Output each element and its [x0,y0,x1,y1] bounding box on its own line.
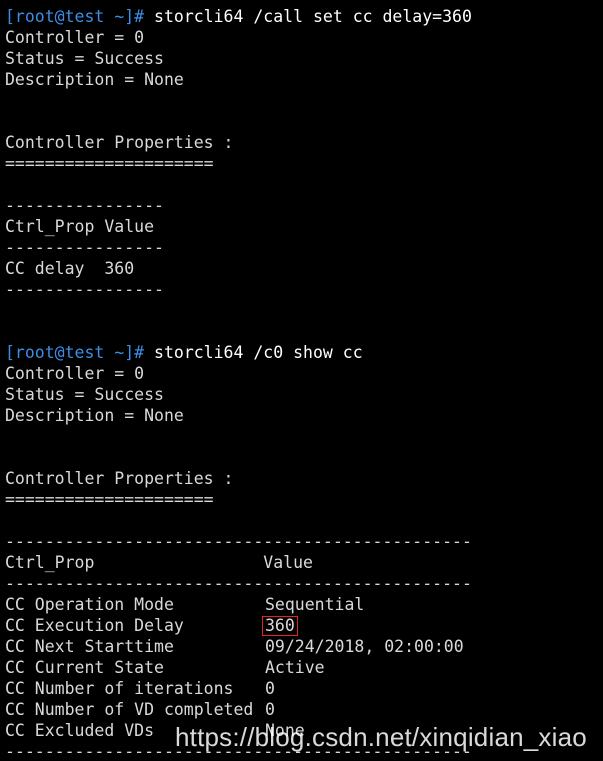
table-row: CC Current State Active [5,657,601,678]
command-line: [root@test ~]# storcli64 /call set cc de… [5,6,601,27]
highlighted-value: 360 [262,616,298,636]
properties-rule: ===================== [5,490,214,509]
properties-rule: ===================== [5,154,214,173]
shell-prompt: [root@test ~]# [5,343,145,362]
table-rule: ---------------- [5,196,164,215]
table-rule: ----------------------------------------… [5,532,472,551]
watermark-text: https://blog.csdn.net/xinqidian_xiao [175,722,587,752]
prop-name: CC Current State [5,658,164,677]
output-status: Status = Success [5,385,164,404]
command-line: [root@test ~]# storcli64 /c0 show cc [5,342,601,363]
output-status: Status = Success [5,49,164,68]
table-row: CC Number of VD completed 0 [5,699,601,720]
command-text: storcli64 /c0 show cc [144,343,363,362]
table-header: Ctrl_Prop Value [5,217,155,236]
output-controller: Controller = 0 [5,28,145,47]
output-description: Description = None [5,406,184,425]
table-row: CC Execution Delay 360 [5,615,601,636]
table-rule: ---------------- [5,280,164,299]
properties-header: Controller Properties : [5,469,234,488]
table-row: CC delay 360 [5,259,135,278]
prop-name: CC Execution Delay [5,616,184,635]
prop-value: 0 [265,679,275,698]
prop-value: Sequential [265,595,365,614]
command-text: storcli64 /call set cc delay=360 [144,7,472,26]
properties-header: Controller Properties : [5,133,234,152]
prop-name: CC Operation Mode [5,595,174,614]
prop-value: 09/24/2018, 02:00:00 [265,637,464,656]
table-header: Ctrl_Prop Value [5,553,313,572]
output-controller: Controller = 0 [5,364,145,383]
prop-name: CC Number of iterations [5,679,234,698]
terminal-window[interactable]: [root@test ~]# storcli64 /call set cc de… [5,6,601,761]
table-row: CC Next Starttime 09/24/2018, 02:00:00 [5,636,601,657]
output-description: Description = None [5,70,184,89]
prop-value: 0 [265,700,275,719]
table-row: CC Number of iterations 0 [5,678,601,699]
table-row: CC Operation Mode Sequential [5,594,601,615]
shell-prompt: [root@test ~]# [5,7,145,26]
prop-value: Active [265,658,325,677]
table-rule: ---------------- [5,238,164,257]
prop-name: CC Next Starttime [5,637,174,656]
prop-name: CC Number of VD completed [5,700,254,719]
table-rule: ----------------------------------------… [5,574,472,593]
